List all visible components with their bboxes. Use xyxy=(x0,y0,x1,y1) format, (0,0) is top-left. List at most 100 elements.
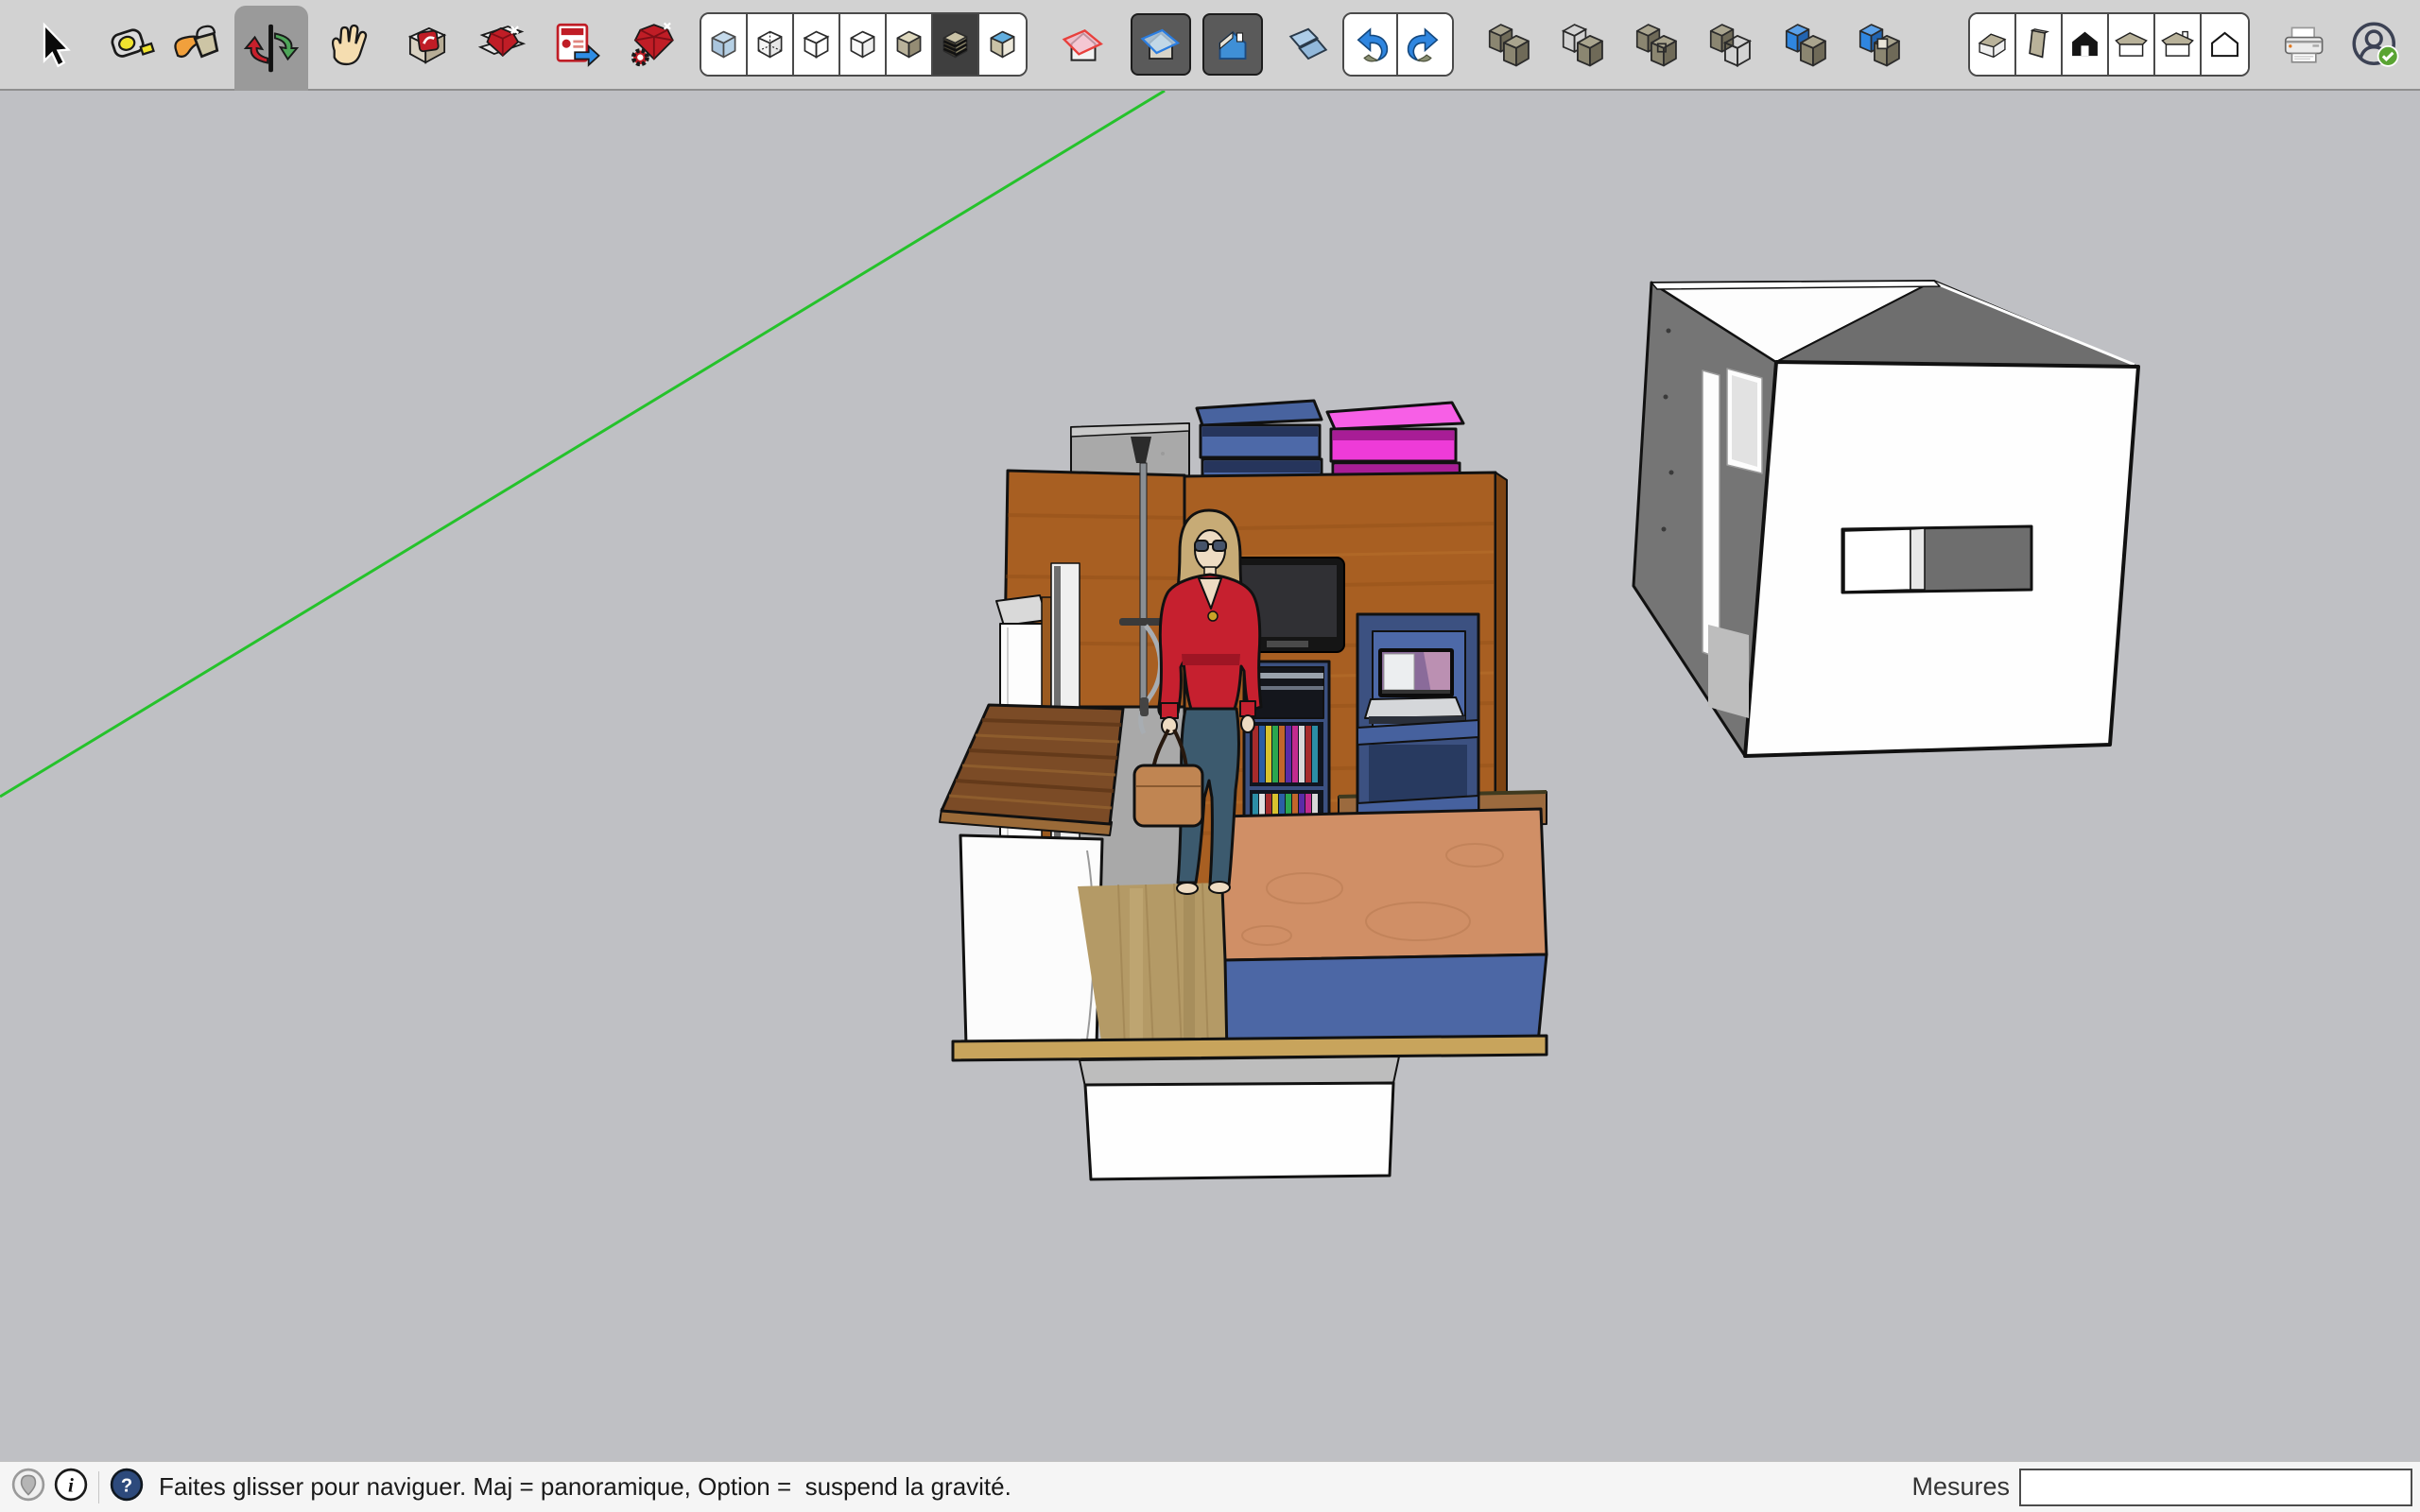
view-right[interactable] xyxy=(2109,14,2155,75)
view-iso[interactable] xyxy=(1970,14,2016,75)
sketchup-component-tool-icon xyxy=(407,26,447,64)
view-left[interactable] xyxy=(2202,14,2248,75)
sketchup-gem-page-tool-icon xyxy=(477,26,527,58)
select-tool[interactable] xyxy=(23,13,83,77)
base-plate xyxy=(951,1034,1548,1062)
paint-bucket-tool[interactable] xyxy=(166,13,227,77)
display-section-cuts-toggle-icon xyxy=(1219,31,1247,60)
pan-tool[interactable] xyxy=(320,13,380,77)
redo-button-icon xyxy=(1407,27,1439,62)
pan-tool-icon xyxy=(331,24,368,66)
style-shaded[interactable] xyxy=(887,14,933,75)
undo-button[interactable] xyxy=(1344,14,1398,75)
display-section-planes-toggle[interactable] xyxy=(1131,13,1191,76)
style-hidden-line-icon xyxy=(850,30,875,59)
solid-intersect-tool[interactable] xyxy=(1554,13,1611,77)
section-fill-toggle-icon xyxy=(1288,27,1328,60)
computer-desk xyxy=(1356,612,1480,839)
solid-trim-tool-icon xyxy=(1785,24,1826,67)
style-hidden-line[interactable] xyxy=(840,14,887,75)
solid-union-tool[interactable] xyxy=(1628,13,1685,77)
style-shaded-textures[interactable] xyxy=(933,14,979,75)
info-icon[interactable]: i xyxy=(54,1468,88,1506)
white-pedestal xyxy=(1079,1056,1400,1181)
measurements-input[interactable] xyxy=(2019,1468,2412,1506)
section-plane-tool-icon xyxy=(1062,29,1103,61)
style-back-edges[interactable] xyxy=(748,14,794,75)
sunglasses xyxy=(1194,540,1209,552)
pendant xyxy=(1207,610,1219,622)
sketchup-export-tool-icon xyxy=(556,23,600,67)
shell-box xyxy=(1632,280,2140,758)
display-section-planes-toggle-icon xyxy=(1140,28,1181,60)
redo-button[interactable] xyxy=(1398,14,1452,75)
sketchup-component-tool[interactable] xyxy=(397,13,458,77)
orbit-tool[interactable] xyxy=(234,6,308,91)
tape-measure-tool-icon xyxy=(111,28,155,58)
sketchup-gem-gear-tool[interactable] xyxy=(622,13,683,77)
view-right-icon xyxy=(2115,32,2148,57)
view-left-icon xyxy=(2211,31,2238,58)
history-group xyxy=(1342,12,1454,77)
section-plane-tool[interactable] xyxy=(1057,13,1110,77)
measurements-label: Mesures xyxy=(1911,1472,2010,1501)
style-monochrome-icon xyxy=(990,30,1015,59)
account-button[interactable] xyxy=(2346,13,2405,77)
status-bar: i? Faites glisser pour naviguer. Maj = p… xyxy=(0,1461,2420,1512)
statusbar-separator xyxy=(98,1470,99,1503)
style-xray[interactable] xyxy=(701,14,748,75)
feet xyxy=(1176,882,1199,895)
main-toolbar xyxy=(0,0,2420,91)
solid-trim-tool[interactable] xyxy=(1777,13,1834,77)
model-viewport xyxy=(0,91,2140,1181)
view-top[interactable] xyxy=(2016,14,2063,75)
solid-split-tool[interactable] xyxy=(1851,13,1908,77)
style-monochrome[interactable] xyxy=(979,14,1026,75)
style-shaded-icon xyxy=(896,30,922,59)
room-model xyxy=(939,399,1548,1181)
solid-split-tool-icon xyxy=(1858,24,1900,67)
account-button-icon xyxy=(2352,22,2399,67)
solid-intersect-tool-icon xyxy=(1561,24,1603,67)
status-message: Faites glisser pour naviguer. Maj = pano… xyxy=(159,1472,1011,1501)
view-top-icon xyxy=(2029,28,2049,59)
laptop xyxy=(1364,648,1465,724)
print-button[interactable] xyxy=(2276,13,2333,77)
sketchup-gem-gear-tool-icon xyxy=(631,22,674,67)
style-wireframe[interactable] xyxy=(794,14,840,75)
bed-platform xyxy=(1218,807,1548,1057)
section-fill-toggle[interactable] xyxy=(1282,13,1335,77)
view-back[interactable] xyxy=(2155,14,2202,75)
svg-text:?: ? xyxy=(121,1475,132,1496)
shell-front-window xyxy=(1841,524,2033,594)
view-front[interactable] xyxy=(2063,14,2109,75)
face-style-group xyxy=(700,12,1028,77)
sketchup-export-tool[interactable] xyxy=(546,13,607,77)
svg-text:i: i xyxy=(68,1473,74,1496)
tape-measure-tool[interactable] xyxy=(100,13,161,77)
display-section-cuts-toggle[interactable] xyxy=(1202,13,1263,76)
style-xray-icon xyxy=(711,30,736,59)
solid-outer-shell-tool-icon xyxy=(1488,24,1530,67)
solid-outer-shell-tool[interactable] xyxy=(1480,13,1537,77)
style-wireframe-icon xyxy=(803,30,830,59)
view-iso-icon xyxy=(1978,33,2007,59)
solid-subtract-tool[interactable] xyxy=(1702,13,1758,77)
view-back-icon xyxy=(2161,30,2194,57)
view-front-icon xyxy=(2072,31,2098,57)
style-shaded-textures-icon xyxy=(942,30,968,59)
geolocation-icon[interactable] xyxy=(11,1468,45,1506)
style-back-edges-icon xyxy=(757,30,783,59)
help-icon[interactable]: ? xyxy=(110,1468,144,1506)
solid-union-tool-icon xyxy=(1635,24,1677,67)
model-canvas[interactable] xyxy=(0,91,2420,1461)
paint-bucket-tool-icon xyxy=(174,25,219,59)
wood-floor xyxy=(1078,882,1227,1051)
select-tool-icon xyxy=(43,22,71,68)
sketchup-gem-page-tool[interactable] xyxy=(471,13,531,77)
undo-button-icon xyxy=(1357,27,1389,62)
green-axis-line xyxy=(0,91,1166,799)
solid-subtract-tool-icon xyxy=(1709,24,1753,68)
views-group xyxy=(1968,12,2250,77)
print-button-icon xyxy=(2284,26,2324,63)
